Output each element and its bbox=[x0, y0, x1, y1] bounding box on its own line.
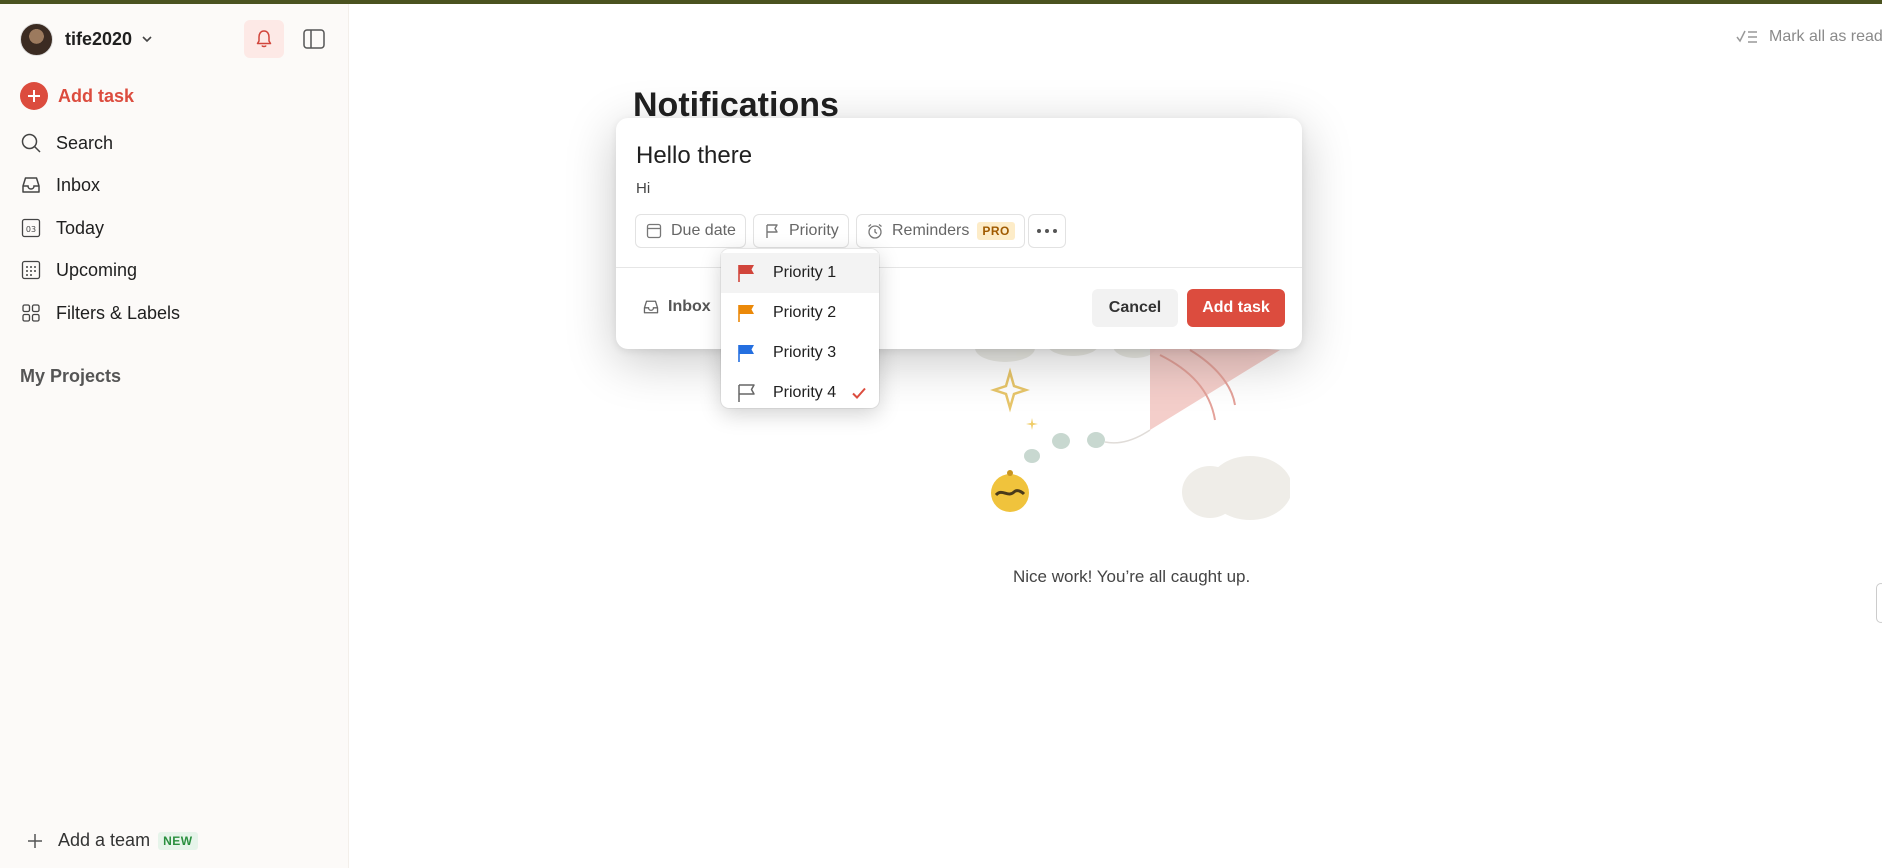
priority-option-label: Priority 1 bbox=[773, 264, 837, 281]
more-horizontal-icon bbox=[1037, 229, 1057, 233]
project-selector[interactable]: Inbox bbox=[642, 298, 711, 316]
chevron-down-icon bbox=[142, 36, 152, 43]
grid-icon bbox=[22, 304, 40, 322]
empty-state-message: Nice work! You’re all caught up. bbox=[1013, 567, 1251, 586]
sidebar-item-label: Filters & Labels bbox=[56, 302, 181, 323]
inbox-icon bbox=[22, 177, 40, 193]
sidebar-item-label: Inbox bbox=[56, 174, 101, 195]
empty-state-illustration bbox=[975, 332, 1290, 520]
sidebar-item-search[interactable]: Search bbox=[20, 128, 113, 158]
notifications-button[interactable] bbox=[244, 20, 284, 58]
priority-option-1[interactable]: Priority 1 bbox=[721, 253, 879, 293]
task-name-input[interactable]: Hello there bbox=[636, 142, 752, 170]
task-description-input[interactable]: Hi bbox=[636, 180, 650, 197]
sidebar-panel-icon bbox=[303, 29, 325, 49]
mark-all-read-label: Mark all as read bbox=[1769, 28, 1882, 45]
calendar-today-icon: 03 bbox=[21, 218, 41, 238]
priority-option-3[interactable]: Priority 3 bbox=[721, 333, 879, 373]
flag-red-icon bbox=[738, 265, 754, 282]
add-task-button[interactable]: Add task bbox=[20, 82, 134, 110]
sidebar-item-inbox[interactable]: Inbox bbox=[20, 170, 100, 200]
add-task-label: Add task bbox=[58, 85, 135, 106]
my-projects-heading[interactable]: My Projects bbox=[20, 366, 121, 387]
checkmark-icon bbox=[852, 387, 866, 399]
priority-menu: Priority 1 Priority 2 Priority 3 Priorit… bbox=[721, 249, 879, 408]
toggle-sidebar-button[interactable] bbox=[297, 20, 331, 58]
add-task-submit-button[interactable]: Add task bbox=[1187, 289, 1285, 327]
sidebar-item-label: Upcoming bbox=[56, 259, 138, 280]
sidebar-item-upcoming[interactable]: Upcoming bbox=[20, 255, 137, 285]
inbox-icon bbox=[643, 300, 659, 314]
search-icon bbox=[21, 133, 41, 153]
priority-option-label: Priority 4 bbox=[773, 384, 837, 401]
priority-label: Priority bbox=[789, 222, 839, 239]
quick-add-task-dialog: Hello there Hi Due date Priority Reminde… bbox=[616, 118, 1302, 349]
username: tife2020 bbox=[65, 28, 133, 49]
reminders-button[interactable]: Reminders PRO bbox=[856, 214, 1025, 248]
calendar-grid-icon bbox=[21, 260, 41, 280]
add-team-label: Add a team bbox=[58, 830, 151, 850]
new-badge: NEW bbox=[158, 831, 198, 850]
cancel-button[interactable]: Cancel bbox=[1092, 289, 1178, 327]
plus-icon bbox=[28, 833, 42, 848]
priority-option-label: Priority 3 bbox=[773, 344, 837, 361]
due-date-button[interactable]: Due date bbox=[635, 214, 746, 248]
account-menu[interactable]: tife2020 bbox=[20, 22, 154, 56]
alarm-clock-icon bbox=[868, 223, 882, 239]
sidebar-item-filters-labels[interactable]: Filters & Labels bbox=[20, 298, 180, 328]
flag-orange-icon bbox=[738, 305, 754, 322]
priority-button[interactable]: Priority bbox=[753, 214, 849, 248]
flag-blue-icon bbox=[738, 345, 754, 362]
priority-option-label: Priority 2 bbox=[773, 304, 837, 321]
calendar-icon bbox=[646, 223, 662, 239]
sidebar-item-label: Today bbox=[56, 217, 105, 238]
pro-badge: PRO bbox=[977, 222, 1015, 240]
check-list-icon bbox=[1736, 30, 1757, 43]
due-date-label: Due date bbox=[671, 222, 736, 239]
flag-outline-icon bbox=[738, 384, 755, 402]
window-top-strip bbox=[0, 0, 1882, 4]
sidebar: tife2020 Add task Search Inbox 03 Today … bbox=[0, 0, 349, 868]
mark-all-read-button[interactable]: Mark all as read bbox=[1735, 28, 1882, 46]
avatar bbox=[20, 22, 53, 56]
sidebar-item-today[interactable]: 03 Today bbox=[20, 213, 104, 243]
priority-option-4[interactable]: Priority 4 bbox=[721, 373, 879, 413]
bell-icon bbox=[256, 30, 272, 48]
sidebar-item-label: Search bbox=[56, 132, 114, 153]
side-edge-handle[interactable] bbox=[1876, 583, 1882, 623]
priority-option-2[interactable]: Priority 2 bbox=[721, 293, 879, 333]
plus-circle-icon bbox=[20, 82, 48, 110]
project-label: Inbox bbox=[668, 298, 711, 315]
flag-icon bbox=[766, 224, 778, 238]
reminders-label: Reminders bbox=[892, 222, 970, 239]
add-team-button[interactable]: Add a team NEW bbox=[26, 830, 198, 851]
more-actions-button[interactable] bbox=[1028, 214, 1066, 248]
dialog-divider bbox=[616, 267, 1302, 268]
today-day-number: 03 bbox=[26, 225, 36, 234]
